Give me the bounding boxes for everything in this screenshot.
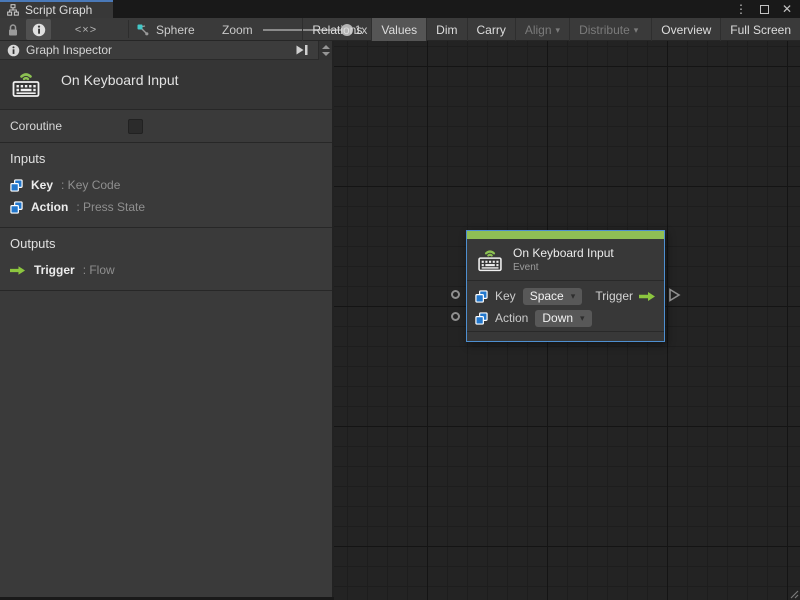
lock-button[interactable] (4, 21, 22, 38)
key-input-port[interactable] (451, 290, 460, 299)
inspector-toggle-button[interactable] (26, 19, 51, 40)
script-graph-asset-icon (137, 24, 149, 35)
port-type: : Key Code (61, 178, 121, 192)
code-icon: <×> (74, 23, 98, 36)
inspector-header: Graph Inspector (0, 40, 332, 60)
key-dropdown[interactable]: Space ▾ (522, 287, 583, 305)
port-type: : Press State (76, 200, 146, 214)
input-row-action: Action : Press State (0, 196, 332, 218)
lock-icon (9, 23, 17, 35)
node-header[interactable]: On Keyboard Input Event (467, 239, 664, 281)
tab-label: Script Graph (25, 3, 93, 17)
spinner-up-icon[interactable] (321, 44, 330, 49)
dim-button[interactable]: Dim (426, 18, 466, 41)
node-trigger-label: Trigger (595, 289, 633, 303)
inputs-section: Inputs Key : Key Code Action : Press Sta… (0, 143, 332, 228)
graph-asset-name: Sphere (156, 22, 195, 37)
zoom-label: Zoom (222, 22, 253, 37)
trigger-output-port[interactable] (668, 288, 681, 302)
coroutine-label: Coroutine (10, 119, 63, 133)
dock-panel-button[interactable] (292, 41, 312, 60)
node-action-label: Action (495, 311, 529, 325)
flow-arrow-icon (10, 265, 26, 275)
coroutine-checkbox[interactable] (128, 119, 143, 134)
port-name: Action (31, 200, 69, 214)
port-name: Trigger (34, 263, 75, 277)
outputs-heading: Outputs (10, 236, 56, 251)
value-port-icon (475, 289, 488, 303)
flow-arrow-icon (639, 291, 655, 301)
tab-script-graph[interactable]: Script Graph (0, 0, 113, 18)
panel-spinner[interactable] (318, 40, 332, 60)
port-name: Key (31, 178, 54, 192)
script-graph-tab-icon (7, 4, 19, 16)
port-type: : Flow (82, 263, 115, 277)
dropdown-caret-icon: ▾ (555, 25, 561, 35)
keyboard-event-icon (12, 73, 40, 97)
window-titlebar: Script Graph ⋮ ✕ (0, 0, 800, 18)
output-row-trigger: Trigger : Flow (0, 259, 332, 281)
toolbar-separator (128, 20, 129, 38)
action-dropdown[interactable]: Down ▾ (535, 309, 592, 327)
value-port-icon (10, 200, 23, 214)
key-dropdown-value: Space (529, 289, 564, 303)
node-on-keyboard-input[interactable]: On Keyboard Input Event Key Space ▾ Trig… (466, 230, 665, 342)
overview-button[interactable]: Overview (651, 18, 720, 41)
node-title: On Keyboard Input (513, 245, 614, 260)
relations-button[interactable]: Relations (302, 18, 371, 41)
dropdown-caret-icon: ▾ (570, 290, 576, 301)
dropdown-caret-icon: ▾ (633, 25, 639, 35)
window-close-icon[interactable]: ✕ (782, 0, 792, 18)
resize-grip-icon[interactable] (790, 590, 799, 599)
input-row-key: Key : Key Code (0, 174, 332, 196)
window-menu-icon[interactable]: ⋮ (735, 0, 747, 18)
inputs-heading: Inputs (10, 151, 46, 166)
window-maximize-icon[interactable] (759, 4, 769, 14)
action-dropdown-value: Down (542, 311, 574, 325)
graph-toolbar: <×> Sphere Zoom 1x Relations Values Dim … (0, 18, 800, 41)
graph-inspector-panel: Graph Inspector On Keyboard Input Corout… (0, 40, 334, 597)
full-screen-button[interactable]: Full Screen (720, 18, 800, 41)
node-footer (467, 331, 664, 341)
node-row-action: Action Down ▾ (475, 307, 656, 329)
node-key-label: Key (495, 289, 516, 303)
spinner-down-icon[interactable] (321, 51, 330, 56)
outputs-section: Outputs Trigger : Flow (0, 228, 332, 291)
graph-asset-reference[interactable]: Sphere (136, 18, 195, 41)
info-icon (7, 44, 20, 56)
coroutine-row: Coroutine (0, 110, 332, 143)
action-input-port[interactable] (451, 312, 460, 321)
code-preview-button[interactable]: <×> (68, 19, 104, 40)
inspector-unit-block: On Keyboard Input (0, 60, 332, 110)
node-row-key: Key Space ▾ Trigger (475, 285, 656, 307)
align-button[interactable]: Align ▾ (514, 18, 569, 41)
carry-button[interactable]: Carry (466, 18, 515, 41)
distribute-button[interactable]: Distribute ▾ (569, 18, 647, 41)
keyboard-event-icon (478, 250, 502, 272)
node-accent-bar (467, 231, 664, 239)
value-port-icon (475, 311, 488, 325)
dropdown-caret-icon: ▾ (580, 312, 585, 323)
values-button[interactable]: Values (371, 18, 427, 41)
value-port-icon (10, 178, 23, 192)
inspector-title: Graph Inspector (26, 43, 113, 57)
info-icon (32, 23, 45, 36)
node-subtitle: Event (513, 261, 539, 273)
inspector-unit-title: On Keyboard Input (61, 72, 179, 88)
